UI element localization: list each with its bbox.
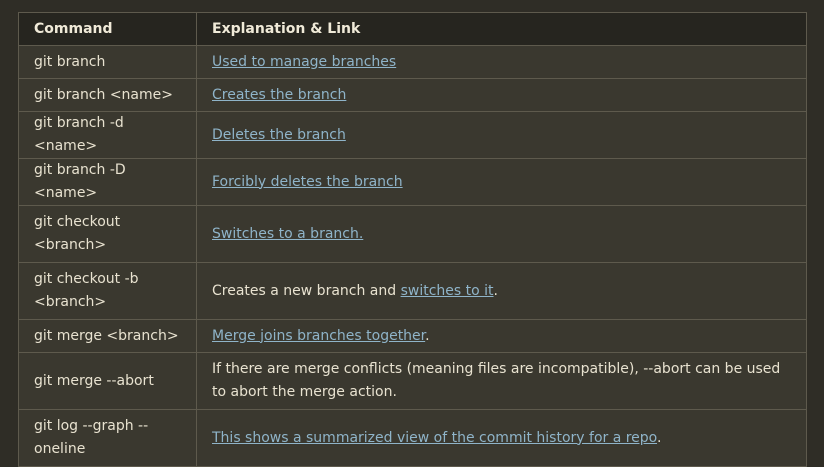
table-row: git branch <name> Creates the branch: [18, 78, 807, 112]
git-commands-table: Command Explanation & Link git branch Us…: [18, 12, 807, 467]
table-row: git checkout -b <branch> Creates a new b…: [18, 262, 807, 320]
explanation-text: Creates a new branch and: [212, 282, 401, 299]
table-row: git log --graph --oneline This shows a s…: [18, 409, 807, 467]
column-header-explanation: Explanation & Link: [196, 12, 807, 46]
command-cell: git branch: [18, 45, 197, 79]
explanation-cell: Merge joins branches together.: [196, 319, 807, 353]
explanation-text: If there are merge conflicts (meaning fi…: [212, 361, 781, 400]
command-cell: git log --graph --oneline: [18, 409, 197, 467]
explanation-text-suffix: .: [657, 429, 662, 446]
doc-link[interactable]: This shows a summarized view of the comm…: [212, 430, 657, 446]
command-cell: git checkout -b <branch>: [18, 262, 197, 320]
explanation-text-suffix: .: [493, 282, 498, 299]
explanation-cell: Creates the branch: [196, 78, 807, 112]
doc-link[interactable]: Used to manage branches: [212, 54, 396, 70]
column-header-command: Command: [18, 12, 197, 46]
explanation-cell: Switches to a branch.: [196, 205, 807, 263]
table-row: git branch Used to manage branches: [18, 45, 807, 79]
command-cell: git branch <name>: [18, 78, 197, 112]
table-row: git branch -d <name> Deletes the branch: [18, 111, 807, 159]
explanation-cell: Creates a new branch and switches to it.: [196, 262, 807, 320]
doc-link[interactable]: switches to it: [401, 283, 494, 299]
explanation-cell: Deletes the branch: [196, 111, 807, 159]
table-row: git merge --abort If there are merge con…: [18, 352, 807, 410]
command-cell: git merge <branch>: [18, 319, 197, 353]
command-cell: git merge --abort: [18, 352, 197, 410]
doc-link[interactable]: Merge joins branches together: [212, 328, 425, 344]
table-row: git merge <branch> Merge joins branches …: [18, 319, 807, 353]
doc-link[interactable]: Creates the branch: [212, 87, 346, 103]
table-header-row: Command Explanation & Link: [18, 12, 807, 46]
command-cell: git branch -d <name>: [18, 111, 197, 159]
doc-link[interactable]: Switches to a branch.: [212, 226, 363, 242]
table-row: git checkout <branch> Switches to a bran…: [18, 205, 807, 263]
explanation-cell: Used to manage branches: [196, 45, 807, 79]
command-cell: git checkout <branch>: [18, 205, 197, 263]
table-row: git branch -D <name> Forcibly deletes th…: [18, 158, 807, 206]
doc-link[interactable]: Forcibly deletes the branch: [212, 174, 403, 190]
command-cell: git branch -D <name>: [18, 158, 197, 206]
explanation-cell: This shows a summarized view of the comm…: [196, 409, 807, 467]
explanation-text-suffix: .: [425, 327, 430, 344]
explanation-cell: If there are merge conflicts (meaning fi…: [196, 352, 807, 410]
doc-link[interactable]: Deletes the branch: [212, 127, 346, 143]
git-commands-table-container: Command Explanation & Link git branch Us…: [18, 12, 807, 467]
explanation-cell: Forcibly deletes the branch: [196, 158, 807, 206]
